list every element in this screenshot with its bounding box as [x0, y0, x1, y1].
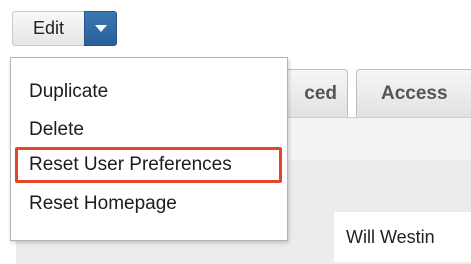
full-name-value-text: Will Westin — [346, 226, 435, 247]
tab-advanced-label: ced — [304, 82, 337, 104]
edit-button[interactable]: Edit — [12, 11, 84, 46]
full-name-value: Will Westin — [334, 212, 471, 262]
menu-item-reset-homepage[interactable]: Reset Homepage — [21, 188, 177, 220]
tab-access[interactable]: Access — [356, 69, 471, 117]
edit-button-label: Edit — [32, 18, 65, 38]
menu-item-reset-user-preferences-label: Reset User Preferences — [29, 154, 232, 175]
stage: ced Access Full Name: Will Westin Edit D… — [0, 0, 471, 264]
edit-dropdown-menu: Duplicate Delete Reset User Preferences … — [10, 57, 288, 241]
menu-item-duplicate[interactable]: Duplicate — [21, 76, 108, 108]
menu-item-reset-homepage-label: Reset Homepage — [29, 193, 177, 214]
chevron-down-icon — [94, 25, 107, 32]
edit-dropdown-toggle[interactable] — [84, 11, 117, 46]
tab-access-label: Access — [381, 82, 448, 104]
menu-item-duplicate-label: Duplicate — [29, 81, 109, 102]
menu-item-reset-user-preferences[interactable]: Reset User Preferences — [15, 147, 282, 183]
menu-item-delete[interactable]: Delete — [21, 114, 84, 146]
menu-item-delete-label: Delete — [29, 119, 84, 140]
